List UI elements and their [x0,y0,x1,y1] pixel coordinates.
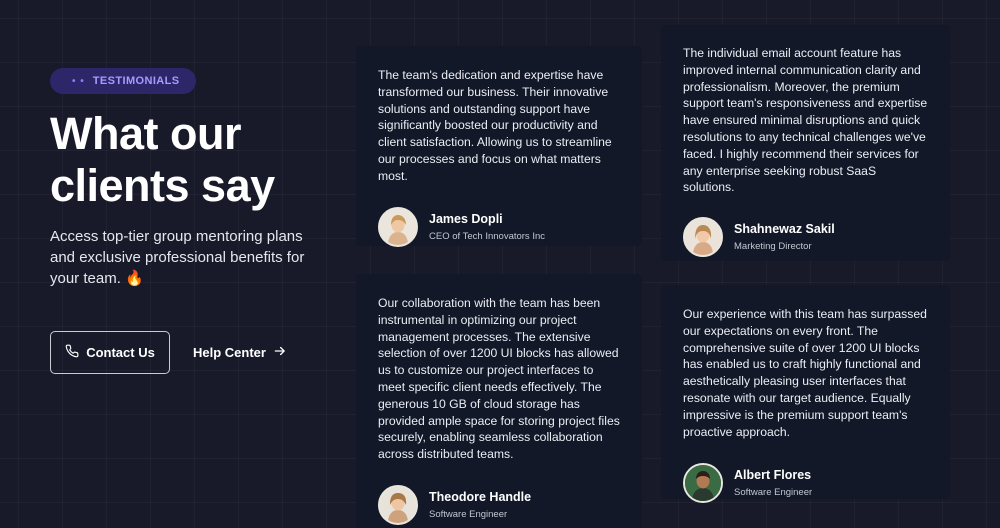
title-line-2: clients say [50,160,275,211]
phone-icon [65,344,79,361]
avatar [378,206,418,247]
testimonial-author: James Dopli CEO of Tech Innovators Inc [378,206,620,247]
testimonial-quote: Our collaboration with the team has been… [378,296,620,462]
testimonial-card: Our experience with this team has surpas… [661,285,950,504]
author-name: Albert Flores [734,468,812,483]
testimonial-card: The team's dedication and expertise have… [356,46,642,247]
author-name: James Dopli [429,211,503,226]
title-line-1: What our [50,108,241,159]
testimonials-badge: • • TESTIMONIALS [50,68,197,94]
help-center-link[interactable]: Help Center [193,344,287,361]
author-role: CEO of Tech Innovators Inc [429,230,545,242]
author-name: Shahnewaz Sakil [734,222,835,237]
page-title: What our clients say [50,108,330,212]
author-role: Software Engineer [429,508,508,520]
avatar [683,217,723,258]
testimonial-author: Shahnewaz Sakil Marketing Director [683,217,928,258]
testimonial-quote: The team's dedication and expertise have… [378,68,612,183]
testimonial-author: Theodore Handle Software Engineer [378,484,620,525]
help-center-label: Help Center [193,345,266,360]
avatar [378,484,418,525]
author-name: Theodore Handle [429,489,532,504]
arrow-right-icon [273,344,287,361]
testimonial-author: Albert Flores Software Engineer [683,463,928,504]
badge-dots-icon: • • [72,75,85,87]
avatar [683,463,723,504]
author-role: Marketing Director [734,241,812,253]
contact-us-label: Contact Us [86,345,155,360]
testimonial-quote: The individual email account feature has… [683,46,928,195]
contact-us-button[interactable]: Contact Us [50,331,170,374]
author-role: Software Engineer [734,487,813,499]
hero-section: • • TESTIMONIALS What our clients say Ac… [50,68,330,289]
badge-label: TESTIMONIALS [92,75,180,87]
testimonial-quote: Our experience with this team has surpas… [683,307,927,439]
hero-actions: Contact Us Help Center [50,331,287,374]
hero-subtitle: Access top-tier group mentoring plans an… [50,228,305,287]
testimonial-card: The individual email account feature has… [661,25,950,261]
testimonial-card: Our collaboration with the team has been… [356,274,642,528]
